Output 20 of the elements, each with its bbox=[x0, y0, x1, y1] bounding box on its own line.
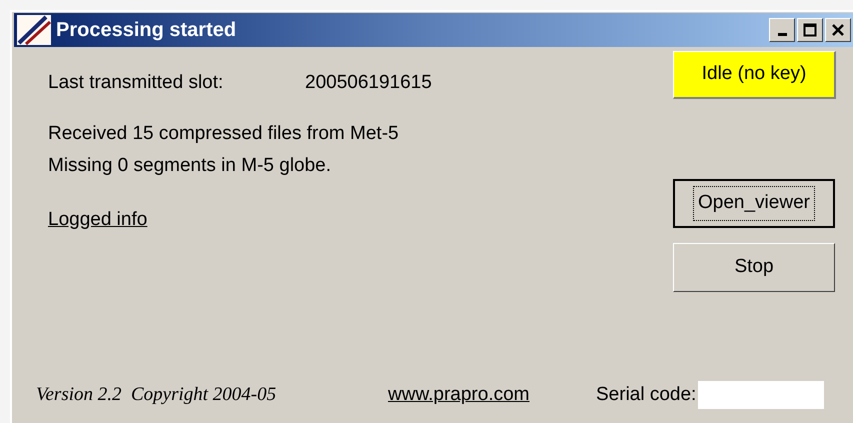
status-message: Received 15 compressed files from Met-5 bbox=[48, 122, 400, 146]
window-title: Processing started bbox=[56, 18, 236, 43]
status-indicator: Idle (no key) bbox=[673, 51, 836, 99]
slot-value: 200506191615 bbox=[305, 71, 432, 95]
slot-label: Last transmitted slot: bbox=[48, 71, 224, 95]
maximize-button[interactable] bbox=[797, 18, 823, 42]
close-icon bbox=[831, 23, 845, 37]
logged-info-link[interactable]: Logged info bbox=[48, 206, 148, 234]
action-button[interactable]: Stop bbox=[673, 243, 835, 292]
minimize-icon bbox=[778, 32, 786, 36]
serial-field[interactable] bbox=[698, 381, 824, 409]
website-link[interactable]: www.prapro.com bbox=[388, 380, 596, 410]
close-button[interactable] bbox=[825, 18, 851, 42]
minimize-button[interactable] bbox=[769, 18, 795, 42]
serial-label: Serial code: bbox=[596, 382, 696, 407]
app-logo-icon bbox=[16, 14, 52, 46]
action-button[interactable]: Open_viewer bbox=[673, 179, 835, 228]
maximize-icon bbox=[803, 23, 817, 37]
version-text: Version 2.2 Copyright 2004-05 bbox=[36, 382, 278, 407]
status-message: Missing 0 segments in M-5 globe. bbox=[48, 154, 332, 178]
